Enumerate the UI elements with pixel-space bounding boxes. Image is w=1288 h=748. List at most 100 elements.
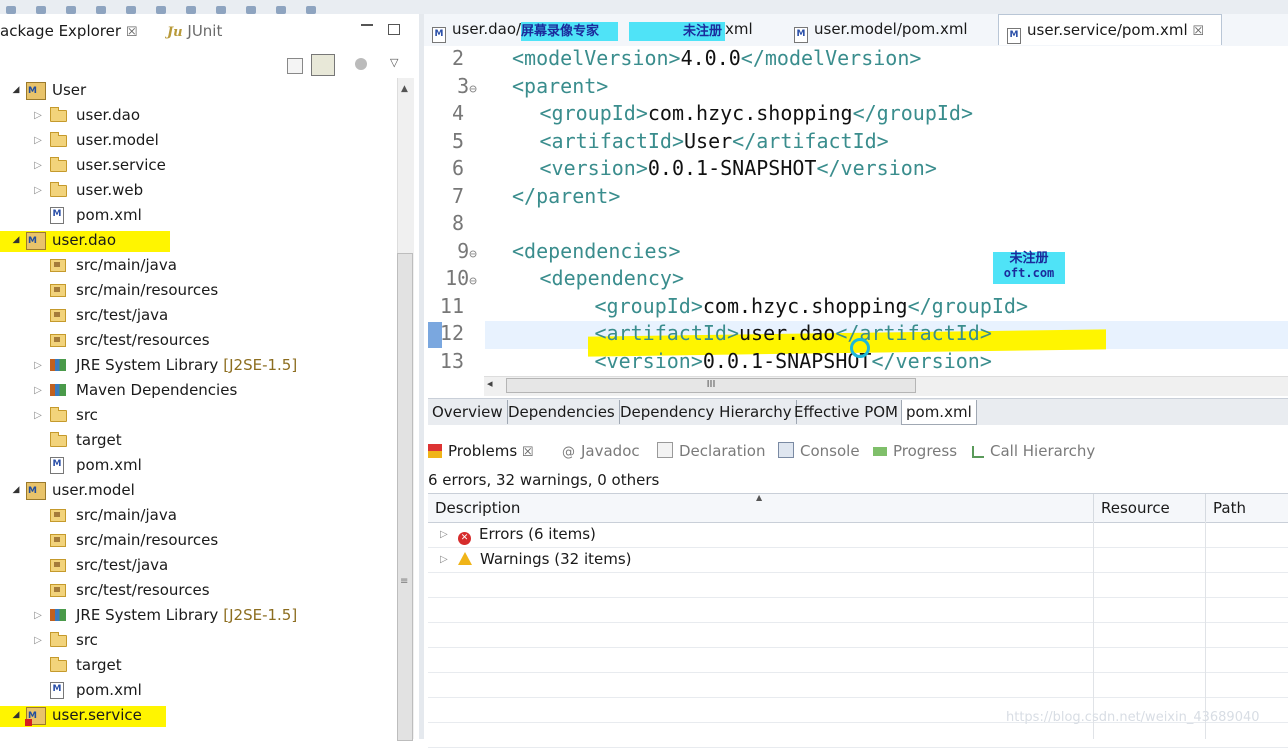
expand-arrow-icon[interactable]: ▷ xyxy=(32,153,44,178)
tree-item[interactable]: src/main/resources xyxy=(0,278,396,303)
code-line[interactable]: <groupId>com.hzyc.shopping</groupId> xyxy=(540,101,974,125)
tab-junit[interactable]: Ju JUnit xyxy=(167,22,222,40)
tree-item[interactable]: ◢ User xyxy=(0,78,396,104)
expand-arrow-icon[interactable]: ▷ xyxy=(32,378,44,403)
editor-tab-user-model-pom[interactable]: Muser.model/pom.xml xyxy=(786,14,994,44)
tree-item[interactable]: src/main/resources xyxy=(0,528,396,553)
editor-scrollbar-thumb[interactable]: III xyxy=(506,378,916,393)
tree-item[interactable]: ▷ user.service xyxy=(0,153,396,178)
tab-console[interactable]: Console xyxy=(778,442,860,460)
expand-arrow-icon[interactable]: ▷ xyxy=(32,178,44,203)
tree-item[interactable]: ◢ user.model xyxy=(0,478,396,504)
code-line[interactable]: <artifactId>User</artifactId> xyxy=(540,129,889,153)
collapse-arrow-icon[interactable]: ◢ xyxy=(10,478,22,503)
collapse-arrow-icon[interactable]: ◢ xyxy=(10,228,22,253)
tab-dependency-hierarchy[interactable]: Dependency Hierarchy xyxy=(616,400,797,424)
code-line[interactable]: </parent> xyxy=(512,184,620,208)
tab-progress[interactable]: Progress xyxy=(873,442,957,460)
collapse-arrow-icon[interactable]: ◢ xyxy=(10,78,22,103)
problem-row-warnings[interactable]: ▷ Warnings (32 items) xyxy=(428,547,1288,573)
view-menu-icon[interactable]: ▽ xyxy=(390,56,398,69)
console-icon xyxy=(778,442,794,458)
link-with-editor-icon[interactable] xyxy=(311,54,335,76)
tree-item[interactable]: src/main/java xyxy=(0,503,396,528)
editor-tab-label-trail: xml xyxy=(725,20,753,38)
tree-item[interactable]: src/test/resources xyxy=(0,328,396,353)
tree-item[interactable]: ▷ src xyxy=(0,403,396,428)
code-line[interactable]: <modelVersion>4.0.0</modelVersion> xyxy=(512,46,921,70)
code-line[interactable]: <parent> xyxy=(512,74,608,98)
code-line[interactable]: <groupId>com.hzyc.shopping</groupId> xyxy=(595,294,1029,318)
close-icon[interactable]: ☒ xyxy=(126,25,138,40)
tab-pom-xml[interactable]: pom.xml xyxy=(901,400,977,425)
fold-toggle-icon[interactable]: ⊖ xyxy=(469,274,477,289)
scroll-left-arrow-icon[interactable]: ◂ xyxy=(487,377,493,390)
minimize-icon[interactable] xyxy=(361,24,373,34)
problem-row-errors[interactable]: ▷ ✕ Errors (6 items) xyxy=(428,522,1288,548)
expand-arrow-icon[interactable]: ▷ xyxy=(32,103,44,128)
code-line[interactable]: <dependencies> xyxy=(512,239,681,263)
expand-arrow-icon[interactable]: ▷ xyxy=(440,547,448,572)
line-number: 12 xyxy=(424,321,477,345)
fold-toggle-icon[interactable]: ⊖ xyxy=(469,247,477,262)
tab-dependencies[interactable]: Dependencies xyxy=(504,400,620,424)
column-path[interactable]: Path xyxy=(1206,494,1288,522)
tree-item[interactable]: src/test/resources xyxy=(0,578,396,603)
tree-item[interactable]: src/main/java xyxy=(0,253,396,278)
line-number: 2 xyxy=(424,46,477,70)
tree-item[interactable]: src/test/java xyxy=(0,303,396,328)
tree-item[interactable]: target xyxy=(0,428,396,453)
expand-arrow-icon[interactable]: ▷ xyxy=(32,628,44,653)
tree-item[interactable]: ▷ Maven Dependencies xyxy=(0,378,396,403)
tree-item[interactable]: ▷ JRE System Library [J2SE-1.5] xyxy=(0,353,396,378)
source-folder-icon xyxy=(50,309,66,322)
tab-call-hierarchy[interactable]: Call Hierarchy xyxy=(972,442,1095,460)
tree-scrollbar-thumb[interactable] xyxy=(397,253,413,741)
maximize-icon[interactable] xyxy=(388,24,400,35)
expand-arrow-icon[interactable]: ▷ xyxy=(32,603,44,628)
collapse-all-icon[interactable] xyxy=(287,58,303,74)
tree-item[interactable]: ▷ user.web xyxy=(0,178,396,203)
tab-overview[interactable]: Overview xyxy=(428,400,508,424)
tab-javadoc[interactable]: @ Javadoc xyxy=(562,442,640,460)
tab-declaration[interactable]: Declaration xyxy=(657,442,765,460)
fold-toggle-icon[interactable]: ⊖ xyxy=(469,82,477,97)
maven-project-icon xyxy=(26,79,46,104)
close-icon[interactable]: ☒ xyxy=(522,445,534,460)
tab-effective-pom[interactable]: Effective POM xyxy=(790,400,904,424)
tree-item[interactable]: src/test/java xyxy=(0,553,396,578)
code-lines[interactable]: 2 <modelVersion>4.0.0</modelVersion> 3⊖ <pa… xyxy=(424,46,1288,376)
close-icon[interactable]: ☒ xyxy=(1192,24,1204,39)
tree-item[interactable]: ▷ src xyxy=(0,628,396,653)
code-line[interactable]: <version>0.0.1-SNAPSHOT</version> xyxy=(595,349,992,373)
tree-item[interactable]: Mpom.xml xyxy=(0,678,396,703)
tab-javadoc-label: Javadoc xyxy=(581,442,640,460)
tree-item[interactable]: ▷ user.dao xyxy=(0,103,396,128)
scroll-up-arrow-icon[interactable]: ▲ xyxy=(401,84,408,94)
tab-package-explorer[interactable]: ackage Explorer ☒ xyxy=(0,22,137,40)
tree-item[interactable]: ▷ user.model xyxy=(0,128,396,153)
tree-item-text: user.dao xyxy=(52,231,116,249)
editor-tab-user-service-pom[interactable]: Muser.service/pom.xml ☒ xyxy=(998,14,1222,45)
tab-problems[interactable]: Problems ☒ xyxy=(428,442,534,460)
expand-arrow-icon[interactable]: ▷ xyxy=(32,403,44,428)
collapse-arrow-icon[interactable]: ◢ xyxy=(10,703,22,728)
filter-icon[interactable] xyxy=(355,58,367,70)
line-number-text: 11 xyxy=(439,293,464,318)
tree-item[interactable]: target xyxy=(0,653,396,678)
folder-icon xyxy=(50,632,67,647)
expand-arrow-icon[interactable]: ▷ xyxy=(32,353,44,378)
tree-item[interactable]: Mpom.xml xyxy=(0,453,396,478)
xml-tag: </version> xyxy=(871,348,992,373)
source-folder-icon xyxy=(50,509,66,522)
expand-arrow-icon[interactable]: ▷ xyxy=(32,128,44,153)
code-line[interactable]: <artifactId>user.dao</artifactId> xyxy=(595,321,992,345)
expand-arrow-icon[interactable]: ▷ xyxy=(440,522,448,547)
tree-item[interactable]: Mpom.xml xyxy=(0,203,396,228)
column-resource[interactable]: Resource xyxy=(1094,494,1206,522)
tree-item[interactable]: ◢ user.service xyxy=(0,703,396,729)
tree-item[interactable]: ▷ JRE System Library [J2SE-1.5] xyxy=(0,603,396,628)
code-line[interactable]: <version>0.0.1-SNAPSHOT</version> xyxy=(540,156,937,180)
tree-item[interactable]: ◢ user.dao xyxy=(0,228,396,254)
code-line[interactable]: <dependency> xyxy=(540,266,685,290)
